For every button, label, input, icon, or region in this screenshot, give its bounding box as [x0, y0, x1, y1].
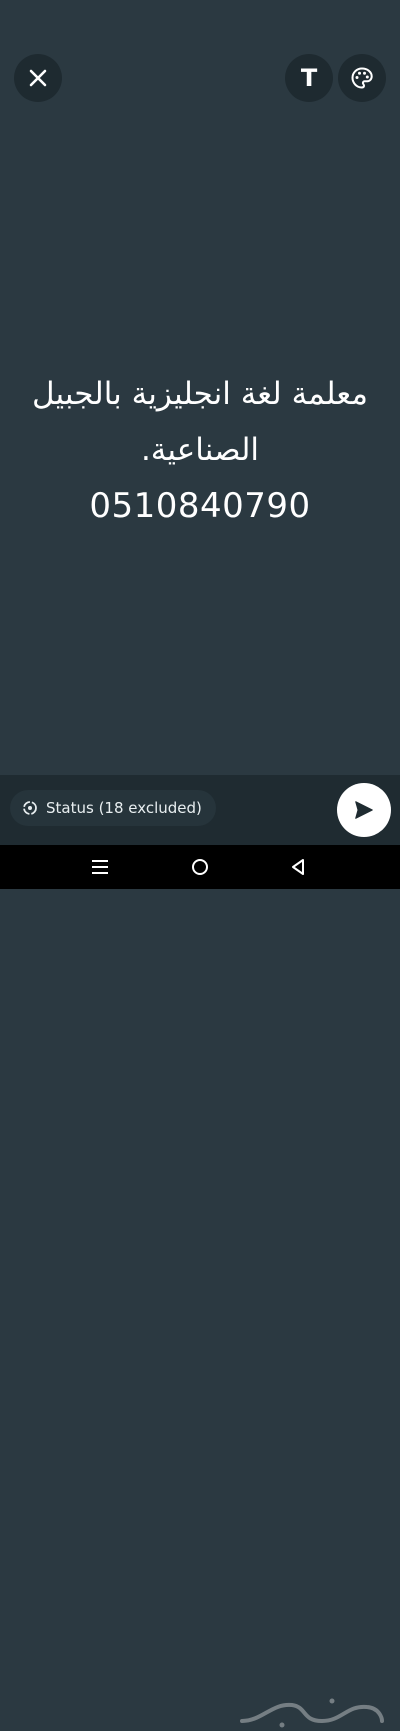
status-text-line-1: معلمة لغة انجليزية بالجبيل	[32, 376, 368, 412]
privacy-chip-label: Status (18 excluded)	[46, 799, 202, 817]
system-navigation-bar	[0, 845, 400, 1728]
top-toolbar: T	[0, 0, 400, 150]
close-icon	[29, 69, 47, 87]
back-button[interactable]	[286, 855, 310, 879]
status-text-line-2: الصناعية.	[140, 432, 260, 468]
status-phone-number: 0510840790	[89, 486, 311, 526]
recent-apps-button[interactable]	[88, 855, 112, 879]
send-button[interactable]	[337, 783, 391, 837]
status-text-content[interactable]: معلمة لغة انجليزية بالجبيل الصناعية. 051…	[0, 366, 400, 534]
status-privacy-chip[interactable]: Status (18 excluded)	[10, 790, 216, 826]
watermark-logo	[240, 1698, 384, 1728]
send-icon	[355, 801, 373, 819]
close-button[interactable]	[14, 54, 62, 102]
text-style-button[interactable]: T	[285, 54, 333, 102]
text-format-icon: T	[300, 64, 318, 92]
recent-apps-icon	[92, 860, 108, 874]
home-icon	[192, 859, 208, 875]
back-icon	[292, 859, 304, 875]
privacy-status-icon	[23, 801, 37, 815]
background-color-button[interactable]	[338, 54, 386, 102]
home-button[interactable]	[188, 855, 212, 879]
palette-icon	[351, 67, 373, 89]
